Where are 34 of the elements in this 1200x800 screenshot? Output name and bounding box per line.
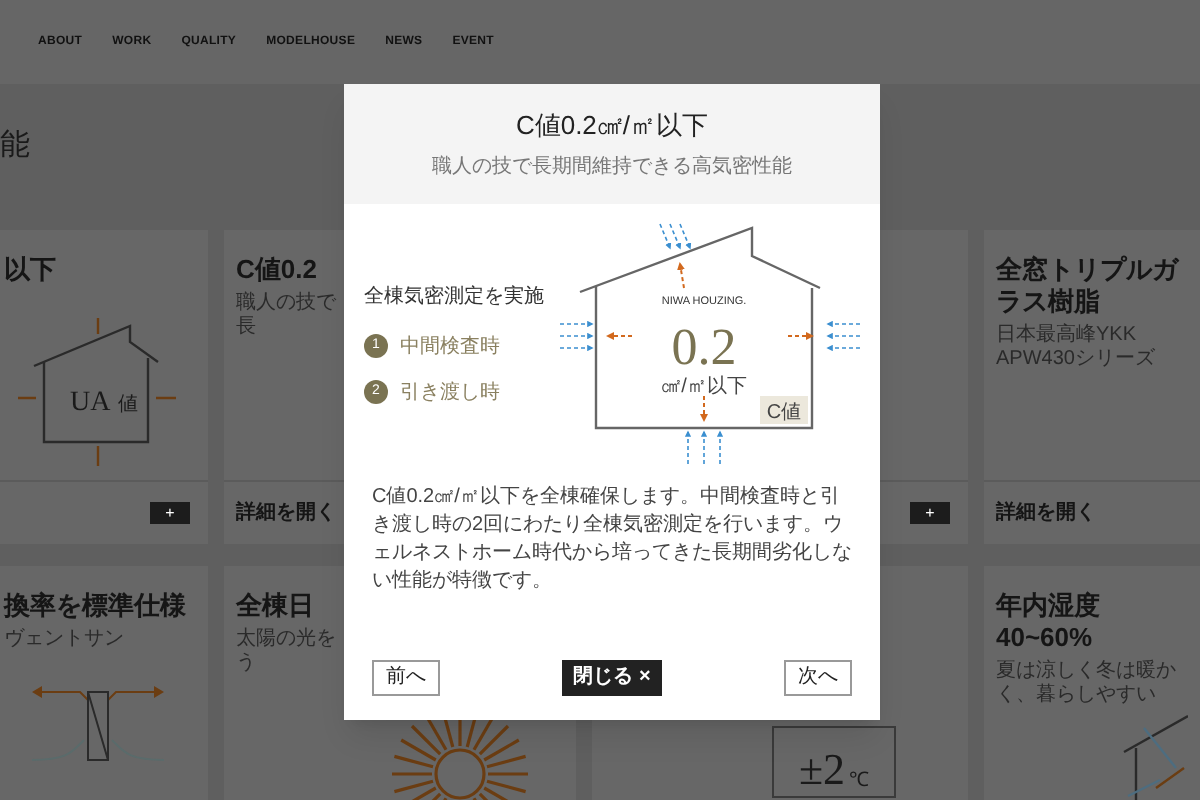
card-title: 以下 (4, 254, 58, 286)
card-title: 全窓トリプルガラス樹脂 (996, 254, 1181, 318)
ua-unit-label: 値 (118, 393, 138, 415)
expand-button[interactable]: + (910, 502, 950, 524)
card-subtitle: 夏は涼しく冬は暖かく、暮らしやすい (996, 660, 1178, 708)
window-airflow-drawing (31, 686, 165, 761)
c-value-number: 0.2 (671, 318, 737, 376)
c-value-unit: ㎠/㎡以下 (661, 376, 747, 398)
house-outline-drawing (1122, 714, 1188, 800)
card-subtitle: ヴェントサン (4, 628, 126, 652)
page-heading: 能 (0, 126, 30, 167)
card-title: 全棟日 (236, 590, 316, 622)
c-value-tag: C値 (760, 396, 808, 424)
step-label: 引き渡し時 (400, 379, 500, 407)
details-link[interactable]: 詳細を開く (236, 498, 336, 528)
card-subtitle: 職人の技で長 (236, 292, 338, 340)
card-title: C値0.2 (236, 254, 319, 286)
description-text: C値0.2㎠/㎡以下を全棟確保します。中間検査時と引き渡し時の2回にわたり全棟気密測定を行います。ウェルネストホーム時代から培ってきた長期間劣化しない性能が特徴です。 (370, 484, 854, 596)
previous-button[interactable]: 前へ (372, 660, 440, 696)
temperature-value: ±2 (798, 748, 846, 792)
close-button[interactable]: 閉じる × (561, 660, 663, 696)
next-button[interactable]: 次へ (784, 660, 852, 696)
checklist-heading: 全棟気密測定を実施 (364, 283, 546, 311)
temperature-unit: ℃ (849, 772, 870, 792)
card-title: 換率を標準仕様 (4, 590, 188, 622)
card-title: 年内湿度40~60% (996, 590, 1102, 654)
step-label: 中間検査時 (400, 333, 500, 361)
card-subtitle: 日本最高峰YKK APW430シリーズ (996, 324, 1157, 372)
modal-title: C値0.2㎠/㎡以下 (515, 107, 709, 144)
modal-subtitle: 職人の技で長期間維持できる高気密性能 (432, 153, 792, 183)
card-subtitle: 太陽の光をう (236, 628, 338, 676)
details-link[interactable]: 詳細を開く (996, 498, 1096, 528)
ua-label: UA (70, 387, 111, 417)
expand-button[interactable]: + (150, 502, 190, 524)
